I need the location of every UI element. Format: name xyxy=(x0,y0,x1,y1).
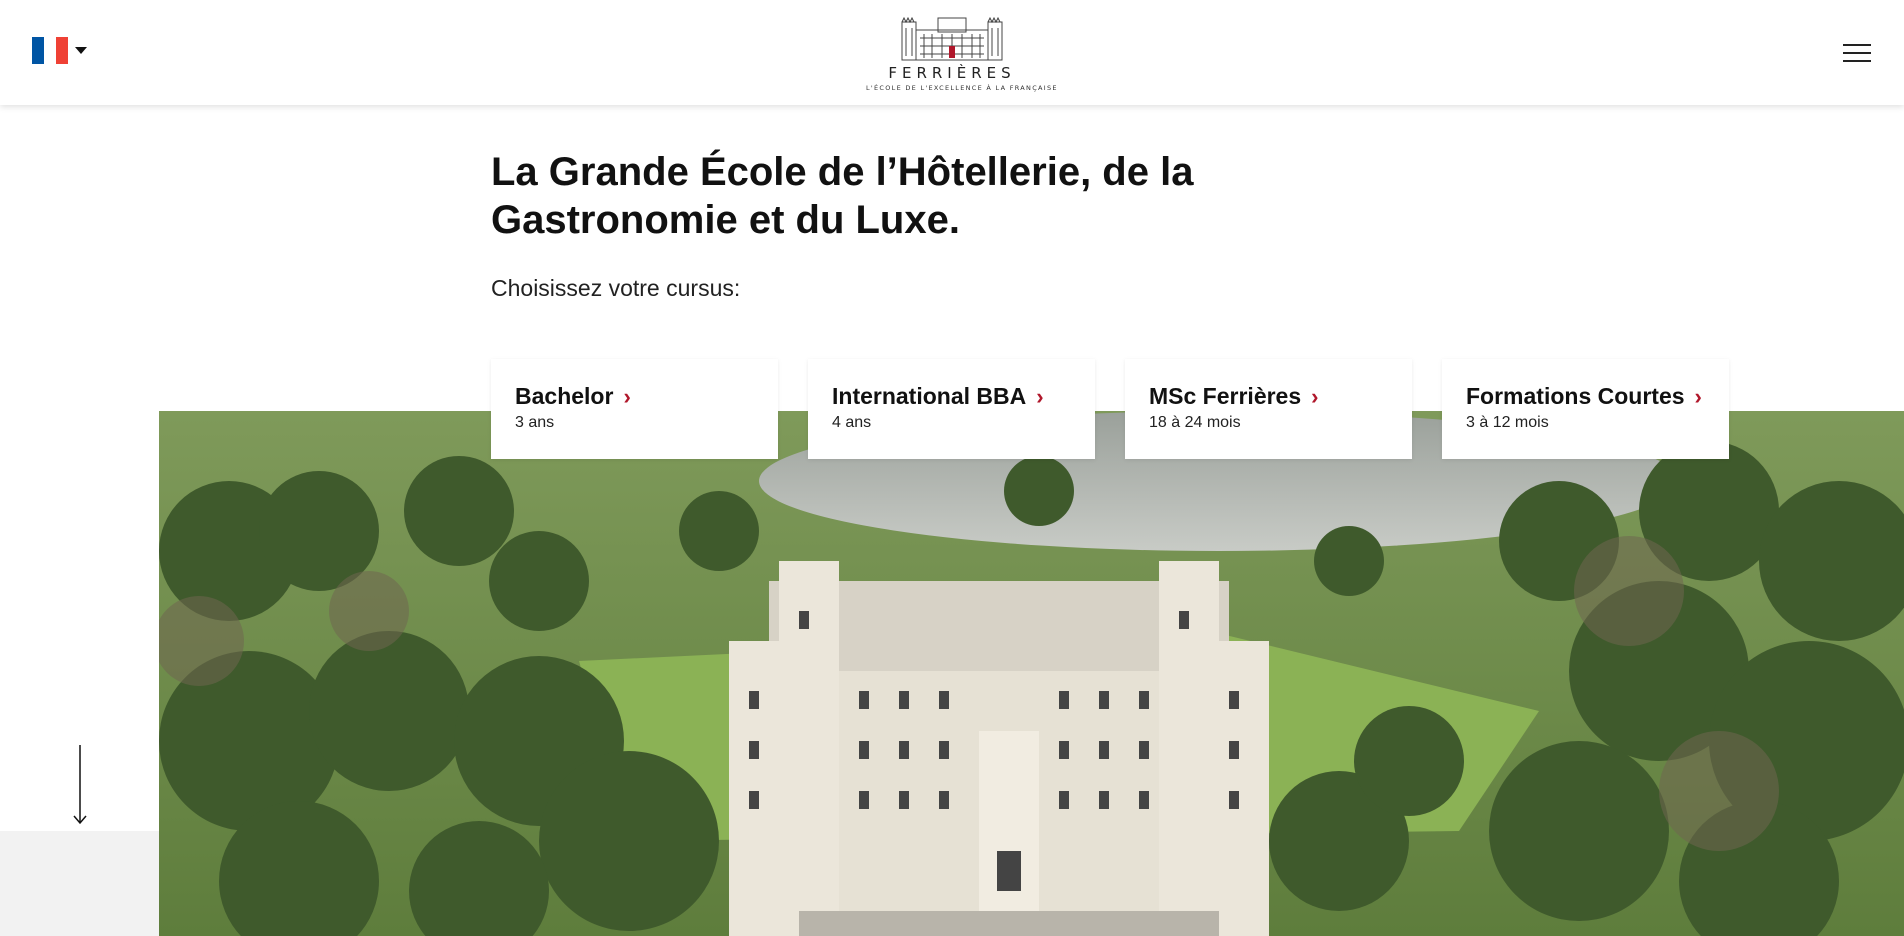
chevron-right-icon: › xyxy=(1311,384,1319,409)
chateau-logo-icon xyxy=(901,16,1003,61)
program-card-formations-courtes[interactable]: Formations Courtes › 3 à 12 mois xyxy=(1442,359,1729,459)
program-card-international-bba[interactable]: International BBA › 4 ans xyxy=(808,359,1095,459)
program-title: Formations Courtes xyxy=(1466,383,1685,409)
site-header: FERRIÈRES L'ÉCOLE DE L'EXCELLENCE À LA F… xyxy=(0,0,1904,105)
program-title: International BBA xyxy=(832,383,1027,409)
france-flag-icon xyxy=(32,37,68,64)
chateau-aerial-photo xyxy=(159,411,1904,936)
program-duration: 4 ans xyxy=(832,414,872,431)
left-panel xyxy=(0,831,159,936)
chevron-right-icon: › xyxy=(623,384,631,409)
chevron-right-icon: › xyxy=(1036,384,1044,409)
program-card-msc[interactable]: MSc Ferrières › 18 à 24 mois xyxy=(1125,359,1412,459)
site-logo[interactable]: FERRIÈRES L'ÉCOLE DE L'EXCELLENCE À LA F… xyxy=(866,12,1058,92)
logo-tagline: L'ÉCOLE DE L'EXCELLENCE À LA FRANÇAISE xyxy=(866,84,1058,92)
program-title: MSc Ferrières xyxy=(1149,383,1302,409)
hamburger-icon[interactable] xyxy=(1843,44,1871,64)
arrow-down-icon[interactable] xyxy=(72,745,88,825)
language-selector[interactable] xyxy=(32,37,87,64)
caret-down-icon xyxy=(75,47,87,54)
program-card-bachelor[interactable]: Bachelor › 3 ans xyxy=(491,359,778,459)
page-title: La Grande École de l’Hôtellerie, de la G… xyxy=(491,150,1194,242)
program-duration: 3 ans xyxy=(515,414,555,431)
logo-name: FERRIÈRES xyxy=(888,64,1016,82)
program-title: Bachelor xyxy=(515,383,614,409)
cursus-prompt: Choisissez votre cursus: xyxy=(491,275,741,301)
program-duration: 3 à 12 mois xyxy=(1466,414,1549,431)
chevron-right-icon: › xyxy=(1694,384,1702,409)
program-duration: 18 à 24 mois xyxy=(1149,414,1241,431)
